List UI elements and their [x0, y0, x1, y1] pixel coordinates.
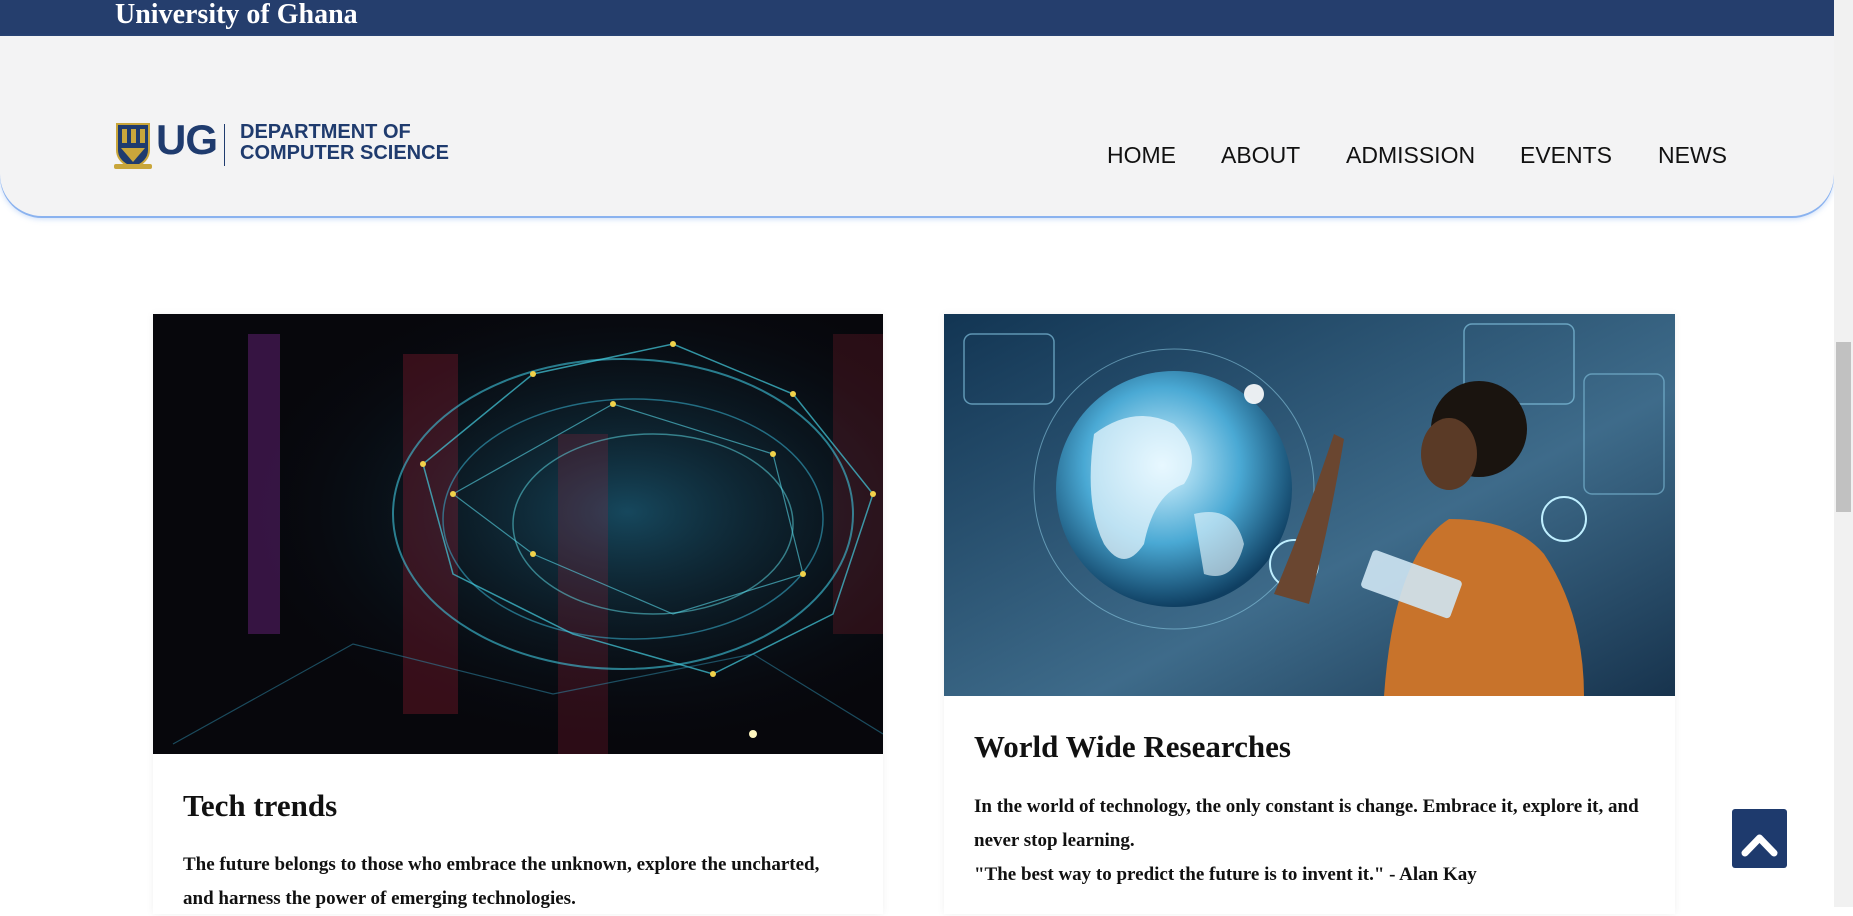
- nav-item-events[interactable]: EVENTS: [1520, 142, 1612, 169]
- card-tech-trends[interactable]: Tech trends The future belongs to those …: [153, 314, 883, 914]
- logo-dept-line1: DEPARTMENT OF: [240, 121, 411, 143]
- card-text-quote: "The best way to predict the future is t…: [974, 864, 1477, 885]
- card-world-wide-researches[interactable]: World Wide Researches In the world of te…: [944, 314, 1675, 914]
- site-header: UG DEPARTMENT OF COMPUTER SCIENCE: [0, 36, 1834, 216]
- scrollbar-thumb[interactable]: [1836, 342, 1851, 512]
- globe-hologram-graphic: [944, 314, 1675, 696]
- card-title: Tech trends: [183, 788, 338, 823]
- card-title: World Wide Researches: [974, 729, 1291, 764]
- network-brain-graphic: [153, 314, 883, 754]
- nav-item-home[interactable]: HOME: [1107, 142, 1176, 169]
- nav-item-news[interactable]: NEWS: [1658, 142, 1727, 169]
- nav-item-about[interactable]: ABOUT: [1221, 142, 1300, 169]
- chevron-up-icon: [1741, 834, 1778, 857]
- main-nav: HOME ABOUT ADMISSION EVENTS NEWS: [0, 142, 1834, 172]
- university-title: University of Ghana: [115, 0, 358, 30]
- card-text: The future belongs to those who embrace …: [183, 854, 820, 909]
- network-brain-image: [153, 314, 883, 754]
- nav-item-admission[interactable]: ADMISSION: [1346, 142, 1475, 169]
- top-bar: University of Ghana: [0, 0, 1834, 36]
- card-text-line1: In the world of technology, the only con…: [974, 796, 1639, 851]
- globe-hologram-image: [944, 314, 1675, 696]
- page-scrollbar[interactable]: [1834, 0, 1853, 907]
- back-to-top-button[interactable]: [1732, 809, 1787, 868]
